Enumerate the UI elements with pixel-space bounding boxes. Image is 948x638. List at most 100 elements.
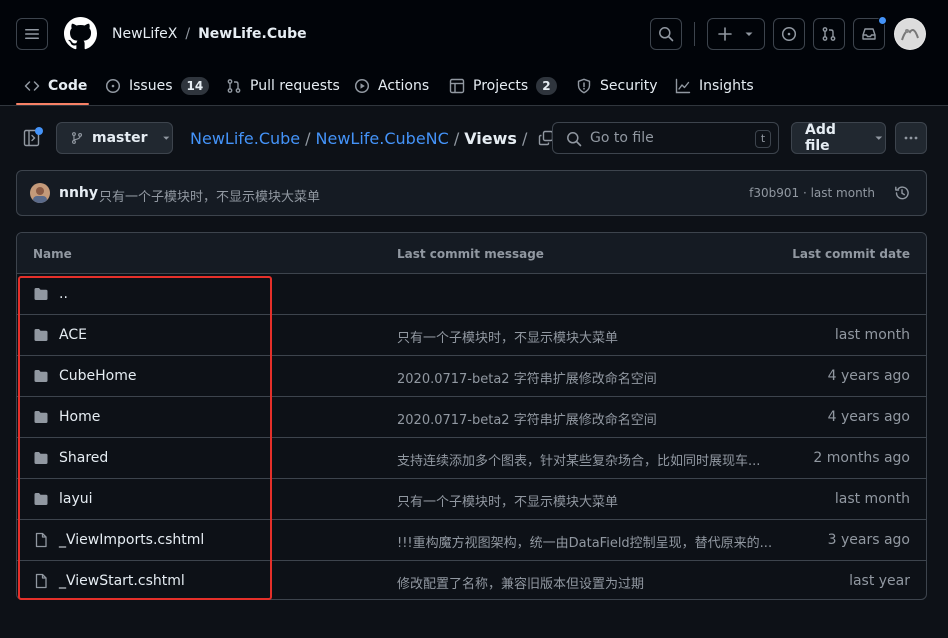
issues-counter: 14 [180,77,210,95]
user-avatar[interactable] [894,18,926,50]
file-tree-dot [35,127,43,135]
tab-actions[interactable]: Actions [354,66,429,106]
row-commit-message[interactable]: 只有一个子模块时，不显示模块大菜单 [397,491,797,510]
tab-issues-label: Issues [129,78,173,94]
github-logo-icon[interactable] [64,17,97,54]
commit-author-avatar[interactable] [30,183,50,203]
file-directory-icon [34,329,48,341]
column-header-name: Name [33,247,72,261]
row-name-link[interactable]: layui [59,491,93,507]
tab-insights[interactable]: Insights [675,66,754,106]
commit-history-button[interactable] [894,185,910,205]
hamburger-icon [25,29,39,39]
table-row[interactable]: ACE 只有一个子模块时，不显示模块大菜单 last month [17,315,926,356]
row-commit-date: last month [834,327,910,343]
shortcut-key-badge: t [755,130,771,148]
row-name-link[interactable]: Shared [59,450,108,466]
row-icon [33,368,49,388]
more-options-button[interactable] [895,122,927,154]
triangle-down-icon [875,136,883,140]
tab-security[interactable]: Security [576,66,658,106]
owner-link[interactable]: NewLifeX [112,26,177,42]
search-icon [567,132,582,147]
issue-opened-icon [781,26,797,42]
table-row[interactable]: .. [17,274,926,315]
commit-author[interactable]: nnhy [59,185,98,201]
table-row[interactable]: CubeHome 2020.0717-beta2 字符串扩展修改命名空间 4 yea… [17,356,926,397]
tab-actions-label: Actions [378,78,430,94]
row-commit-date: 4 years ago [827,409,910,425]
row-commit-message[interactable]: 2020.0717-beta2 字符串扩展修改命名空间 [397,409,797,428]
branch-name: master [92,130,148,146]
row-icon [33,286,49,306]
row-icon [33,532,49,552]
branch-selector[interactable]: master [56,122,173,154]
table-row[interactable]: _ViewImports.cshtml !!!重构魔方视图架构，统一由DataFi… [17,520,926,561]
commit-message[interactable]: 只有一个子模块时，不显示模块大菜单 [99,186,320,205]
file-directory-icon [34,370,48,382]
tab-code-label: Code [48,78,88,94]
graph-icon [675,78,691,94]
table-row[interactable]: layui 只有一个子模块时，不显示模块大菜单 last month [17,479,926,520]
file-path-breadcrumb: NewLife.Cube / NewLife.CubeNC / Views / [190,128,554,148]
tab-projects-label: Projects [473,78,529,94]
row-commit-message[interactable]: 只有一个子模块时，不显示模块大菜单 [397,327,797,346]
row-commit-message[interactable]: 2020.0717-beta2 字符串扩展修改命名空间 [397,368,797,387]
add-file-button[interactable]: Add file [791,122,886,154]
git-branch-icon [71,132,83,144]
commit-meta[interactable]: f30b901 · last month [749,186,875,200]
kebab-horizontal-icon [904,136,918,140]
row-name-link[interactable]: CubeHome [59,368,137,384]
row-commit-message[interactable]: 修改配置了名称，兼容旧版本但设置为过期 [397,573,797,592]
tab-code[interactable]: Code [24,66,87,106]
table-row[interactable]: _ViewStart.cshtml 修改配置了名称，兼容旧版本但设置为过期 last… [17,561,926,599]
active-tab-underline [16,103,89,105]
global-header: NewLifeX / NewLife.Cube Code Issues 14 P… [0,0,948,106]
path-folder-link[interactable]: NewLife.CubeNC [316,129,449,148]
git-pull-request-icon [227,79,241,93]
create-new-button[interactable] [707,18,765,50]
row-icon [33,450,49,470]
column-header-message: Last commit message [397,247,544,261]
path-root-link[interactable]: NewLife.Cube [190,129,300,148]
code-icon [24,81,40,91]
tab-pull-requests[interactable]: Pull requests [226,66,340,106]
menu-button[interactable] [16,18,48,50]
row-name-link[interactable]: _ViewStart.cshtml [59,573,185,589]
git-pull-request-icon [822,27,836,41]
table-icon [449,78,465,94]
breadcrumb-separator: / [185,26,191,42]
go-to-file-placeholder: Go to file [590,130,654,146]
row-name-link[interactable]: Home [59,409,100,425]
row-commit-message[interactable]: 支持连续添加多个图表，针对某些复杂场合，比如同时展现车... [397,450,797,469]
table-row[interactable]: Shared 支持连续添加多个图表，针对某些复杂场合，比如同时展现车... 2 mo… [17,438,926,479]
row-commit-date: last year [849,573,910,589]
projects-counter: 2 [536,77,557,95]
go-to-file-input[interactable]: Go to file t [552,122,779,154]
pull-requests-button[interactable] [813,18,845,50]
tab-projects[interactable]: Projects 2 [449,66,557,106]
file-table: Name Last commit message Last commit dat… [16,232,927,600]
repo-breadcrumb: NewLifeX / NewLife.Cube [112,25,307,43]
tab-issues[interactable]: Issues 14 [105,66,210,106]
issues-button[interactable] [773,18,805,50]
table-row[interactable]: Home 2020.0717-beta2 字符串扩展修改命名空间 4 years a… [17,397,926,438]
repo-link[interactable]: NewLife.Cube [198,26,307,42]
file-icon [35,532,47,548]
avatar-image-icon [895,19,925,49]
row-name-link[interactable]: .. [59,286,68,302]
row-name-link[interactable]: _ViewImports.cshtml [59,532,204,548]
triangle-down-icon [163,136,170,140]
search-icon [659,27,674,42]
path-current: Views [464,128,517,148]
row-commit-message[interactable]: !!!重构魔方视图架构，统一由DataField控制呈现，替代原来的... [397,532,797,551]
tab-pull-requests-label: Pull requests [250,78,340,94]
shield-icon [577,78,591,94]
search-button[interactable] [650,18,682,50]
row-name-link[interactable]: ACE [59,327,87,343]
row-icon [33,409,49,429]
file-icon [35,573,47,589]
triangle-down-icon [745,32,753,36]
file-directory-icon [34,493,48,505]
header-divider [694,22,695,46]
